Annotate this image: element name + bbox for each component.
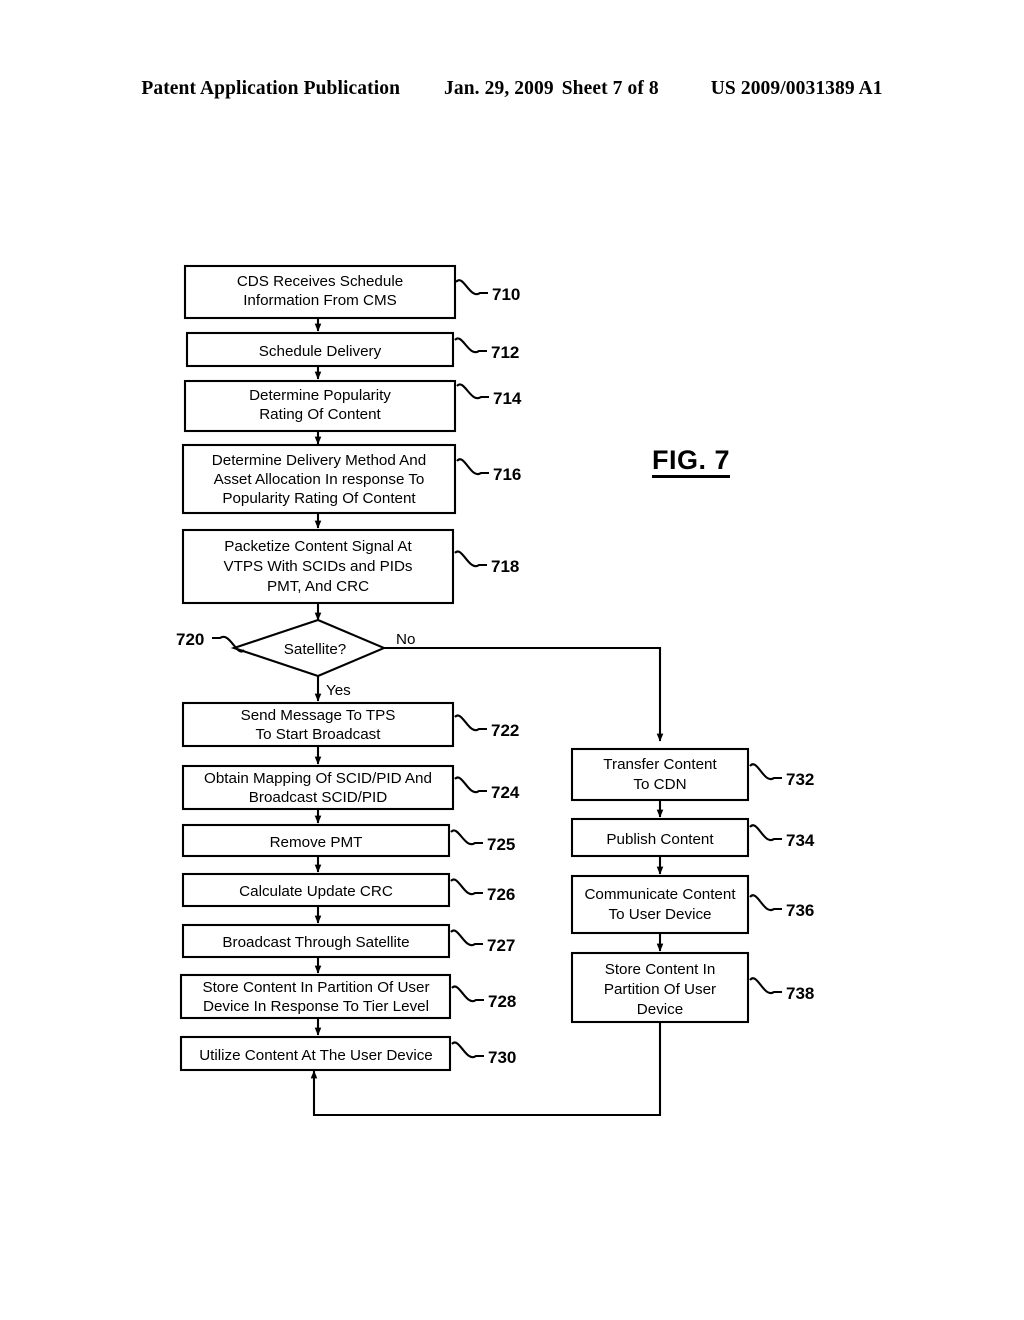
reference-714: 714 bbox=[456, 383, 522, 408]
reference-number-716: 716 bbox=[493, 465, 521, 484]
reference-712: 712 bbox=[454, 337, 519, 362]
reference-number-738: 738 bbox=[786, 984, 814, 1003]
reference-716: 716 bbox=[456, 458, 521, 484]
reference-732: 732 bbox=[749, 763, 814, 789]
process-box-730[interactable]: Utilize Content At The User Device bbox=[179, 1035, 452, 1072]
box-716-line-2: Asset Allocation In response To bbox=[214, 471, 425, 488]
box-718-line-3: PMT, And CRC bbox=[267, 578, 369, 595]
reference-734: 734 bbox=[749, 824, 815, 850]
process-box-716[interactable]: Determine Delivery Method And Asset Allo… bbox=[181, 443, 457, 515]
reference-number-710: 710 bbox=[492, 285, 520, 304]
process-box-734[interactable]: Publish Content bbox=[570, 817, 750, 858]
process-box-718[interactable]: Packetize Content Signal At VTPS With SC… bbox=[181, 528, 455, 605]
process-box-710[interactable]: CDS Receives Schedule Information From C… bbox=[183, 264, 457, 320]
box-722-line-2: To Start Broadcast bbox=[256, 726, 382, 743]
reference-number-722: 722 bbox=[491, 721, 519, 740]
reference-725: 725 bbox=[450, 829, 515, 854]
reference-number-726: 726 bbox=[487, 885, 515, 904]
reference-710: 710 bbox=[455, 279, 520, 304]
box-736-line-2: To User Device bbox=[609, 906, 712, 923]
box-712-line-1: Schedule Delivery bbox=[259, 343, 382, 360]
process-box-714[interactable]: Determine Popularity Rating Of Content bbox=[183, 379, 457, 433]
process-box-724[interactable]: Obtain Mapping Of SCID/PID And Broadcast… bbox=[181, 764, 455, 811]
reference-number-730: 730 bbox=[488, 1048, 516, 1067]
box-710-line-2: Information From CMS bbox=[243, 292, 397, 309]
box-730-line-1: Utilize Content At The User Device bbox=[199, 1047, 433, 1064]
box-732-line-1: Transfer Content bbox=[603, 756, 717, 773]
box-714-line-1: Determine Popularity bbox=[249, 387, 391, 404]
box-727-line-1: Broadcast Through Satellite bbox=[222, 934, 409, 951]
box-728-line-2: Device In Response To Tier Level bbox=[203, 998, 429, 1015]
box-724-line-1: Obtain Mapping Of SCID/PID And bbox=[204, 770, 432, 787]
box-728-line-1: Store Content In Partition Of User bbox=[202, 979, 429, 996]
process-box-728[interactable]: Store Content In Partition Of User Devic… bbox=[179, 973, 452, 1020]
process-box-722[interactable]: Send Message To TPS To Start Broadcast bbox=[181, 701, 455, 748]
reference-number-728: 728 bbox=[488, 992, 516, 1011]
reference-number-736: 736 bbox=[786, 901, 814, 920]
process-box-726[interactable]: Calculate Update CRC bbox=[181, 872, 451, 908]
box-724-line-2: Broadcast SCID/PID bbox=[249, 789, 387, 806]
box-738-line-3: Device bbox=[637, 1001, 683, 1018]
box-734-line-1: Publish Content bbox=[606, 831, 714, 848]
process-box-736[interactable]: Communicate Content To User Device bbox=[570, 874, 750, 935]
reference-number-714: 714 bbox=[493, 389, 522, 408]
box-718-line-1: Packetize Content Signal At bbox=[224, 538, 412, 555]
box-738-line-1: Store Content In bbox=[605, 961, 716, 978]
box-718-line-2: VTPS With SCIDs and PIDs bbox=[223, 558, 412, 575]
process-box-712[interactable]: Schedule Delivery bbox=[185, 331, 455, 368]
box-722-line-1: Send Message To TPS bbox=[241, 707, 396, 724]
reference-722: 722 bbox=[454, 714, 519, 740]
reference-738: 738 bbox=[749, 977, 814, 1003]
flowchart-diagram: CDS Receives Schedule Information From C… bbox=[176, 264, 815, 1117]
box-725-line-1: Remove PMT bbox=[270, 834, 363, 851]
reference-730: 730 bbox=[451, 1041, 516, 1067]
reference-number-732: 732 bbox=[786, 770, 814, 789]
reference-number-724: 724 bbox=[491, 783, 520, 802]
reference-718: 718 bbox=[454, 550, 519, 576]
reference-727: 727 bbox=[450, 929, 515, 955]
reference-number-718: 718 bbox=[491, 557, 519, 576]
reference-726: 726 bbox=[450, 878, 515, 904]
branch-label-no: No bbox=[396, 631, 415, 648]
box-714-line-2: Rating Of Content bbox=[259, 406, 381, 423]
reference-number-727: 727 bbox=[487, 936, 515, 955]
box-716-line-3: Popularity Rating Of Content bbox=[222, 490, 416, 507]
process-box-738[interactable]: Store Content In Partition Of User Devic… bbox=[570, 951, 750, 1024]
box-736-line-1: Communicate Content bbox=[584, 886, 736, 903]
box-710-line-1: CDS Receives Schedule bbox=[237, 273, 403, 290]
decision-diamond-720[interactable]: Satellite? bbox=[230, 618, 387, 678]
diamond-720-label: Satellite? bbox=[284, 641, 346, 658]
reference-736: 736 bbox=[749, 894, 814, 920]
branch-label-yes: Yes bbox=[326, 682, 351, 699]
process-box-727[interactable]: Broadcast Through Satellite bbox=[181, 923, 451, 959]
reference-724: 724 bbox=[454, 776, 520, 802]
box-726-line-1: Calculate Update CRC bbox=[239, 883, 393, 900]
reference-number-712: 712 bbox=[491, 343, 519, 362]
reference-number-734: 734 bbox=[786, 831, 815, 850]
box-732-line-2: To CDN bbox=[633, 776, 686, 793]
box-738-line-2: Partition Of User bbox=[604, 981, 716, 998]
process-box-732[interactable]: Transfer Content To CDN bbox=[570, 747, 750, 802]
reference-728: 728 bbox=[451, 985, 516, 1011]
reference-number-720: 720 bbox=[176, 630, 204, 649]
process-box-725[interactable]: Remove PMT bbox=[181, 823, 451, 858]
box-716-line-1: Determine Delivery Method And bbox=[212, 452, 426, 469]
reference-number-725: 725 bbox=[487, 835, 515, 854]
